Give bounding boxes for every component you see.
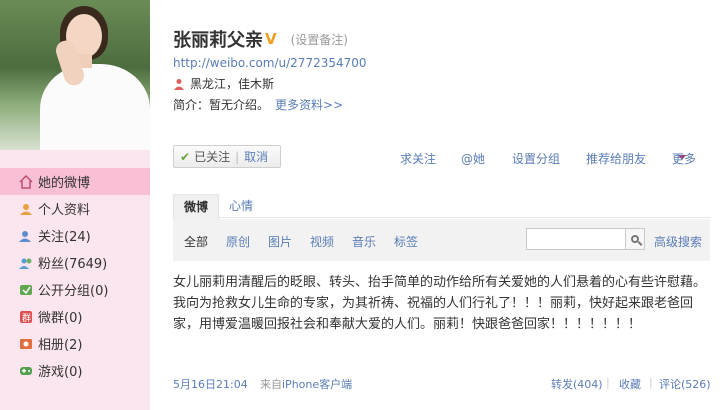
follow-divider: | bbox=[235, 149, 240, 164]
profile-intro: 简介：暂无介绍。 更多资料>> bbox=[173, 96, 343, 113]
more-info-link[interactable]: 更多资料>> bbox=[275, 98, 343, 112]
verified-icon[interactable]: V bbox=[265, 30, 277, 48]
avatar-dress bbox=[40, 64, 150, 150]
tab-weibo[interactable]: 微博 bbox=[173, 194, 220, 219]
profile-name-row: 张丽莉父亲 V (设置备注) bbox=[173, 26, 348, 52]
album-icon bbox=[18, 336, 34, 352]
profile-name: 张丽莉父亲 bbox=[173, 30, 263, 51]
advanced-search-link[interactable]: 高级搜索 bbox=[654, 233, 702, 250]
nav-label: 微群(0) bbox=[38, 311, 83, 326]
search-icon bbox=[631, 235, 639, 243]
search-input[interactable] bbox=[526, 228, 626, 250]
check-icon: ✔ bbox=[180, 149, 191, 164]
feed-tabs: 微博 心情 bbox=[173, 194, 710, 219]
meta-separator: | bbox=[606, 376, 610, 389]
nav-label: 个人资料 bbox=[38, 203, 91, 218]
filter-original[interactable]: 原创 bbox=[226, 233, 250, 250]
intro-text: 简介：暂无介绍。 bbox=[173, 98, 270, 112]
nav-label: 游戏(0) bbox=[38, 365, 83, 380]
filter-bar: 全部 原创 图片 视频 音乐 标签 高级搜索 bbox=[173, 219, 710, 261]
unfollow-button[interactable]: 取消 bbox=[244, 148, 268, 165]
repost-link[interactable]: 转发(404) bbox=[551, 376, 603, 392]
nav-label: 关注(24) bbox=[38, 230, 91, 245]
location-text: 黑龙江，佳木斯 bbox=[190, 77, 275, 91]
recommend-link[interactable]: 推荐给朋友 bbox=[586, 150, 646, 167]
favorite-link[interactable]: 收藏 bbox=[619, 376, 641, 392]
followed-label: 已关注 bbox=[194, 150, 231, 164]
nav-label: 粉丝(7649) bbox=[38, 257, 108, 272]
home-icon bbox=[18, 174, 34, 190]
comment-link[interactable]: 评论(526) bbox=[659, 376, 711, 392]
group-icon bbox=[18, 282, 34, 298]
search-button[interactable] bbox=[625, 228, 645, 250]
profile-location: 黑龙江，佳木斯 bbox=[173, 75, 274, 92]
filter-all[interactable]: 全部 bbox=[184, 233, 208, 250]
filter-video[interactable]: 视频 bbox=[310, 233, 334, 250]
nav-label: 她的微博 bbox=[38, 176, 91, 191]
set-group-link[interactable]: 设置分组 bbox=[512, 150, 560, 167]
tab-mood[interactable]: 心情 bbox=[219, 194, 263, 219]
ask-follow-link[interactable]: 求关注 bbox=[400, 150, 436, 167]
nav-item-album[interactable]: 相册(2) bbox=[0, 330, 150, 357]
svg-text:群: 群 bbox=[22, 312, 31, 324]
nav-item-following[interactable]: 关注(24) bbox=[0, 222, 150, 249]
nav-item-public-groups[interactable]: 公开分组(0) bbox=[0, 276, 150, 303]
profile-nav: 她的微博 个人资料 关注(24) 粉丝(7649) 公开分组(0) 群 微群(0… bbox=[0, 168, 150, 384]
game-icon bbox=[18, 363, 34, 379]
follow-icon bbox=[18, 228, 34, 244]
filter-music[interactable]: 音乐 bbox=[352, 233, 376, 250]
post-text: 女儿丽莉用清醒后的眨眼、转头、抬手简单的动作给所有关爱她的人们悬着的心有些许慰藉… bbox=[173, 275, 707, 332]
profile-avatar[interactable] bbox=[0, 0, 150, 150]
meta-separator: | bbox=[649, 376, 653, 389]
nav-item-her-weibo[interactable]: 她的微博 bbox=[0, 168, 150, 195]
nav-item-weiqun[interactable]: 群 微群(0) bbox=[0, 303, 150, 330]
filter-tag[interactable]: 标签 bbox=[394, 233, 418, 250]
weiqun-icon: 群 bbox=[18, 309, 34, 325]
follow-status-button: ✔ 已关注 | 取消 bbox=[173, 145, 281, 168]
nav-item-fans[interactable]: 粉丝(7649) bbox=[0, 249, 150, 276]
fans-icon bbox=[18, 255, 34, 271]
nav-item-games[interactable]: 游戏(0) bbox=[0, 357, 150, 384]
profile-url[interactable]: http://weibo.com/u/2772354700 bbox=[173, 56, 367, 70]
post-source: 来自iPhone客户端 bbox=[260, 376, 352, 392]
source-prefix: 来自 bbox=[260, 378, 282, 391]
person-location-icon bbox=[173, 78, 185, 90]
source-link[interactable]: iPhone客户端 bbox=[282, 378, 352, 391]
filter-image[interactable]: 图片 bbox=[268, 233, 292, 250]
post-time-link[interactable]: 5月16日21:04 bbox=[173, 376, 248, 392]
more-menu-button[interactable]: 更多 bbox=[672, 150, 696, 166]
nav-label: 相册(2) bbox=[38, 338, 83, 353]
mention-link[interactable]: @她 bbox=[461, 150, 485, 167]
more-label: 更多 bbox=[672, 152, 697, 166]
left-sidebar: 她的微博 个人资料 关注(24) 粉丝(7649) 公开分组(0) 群 微群(0… bbox=[0, 0, 150, 410]
nav-label: 公开分组(0) bbox=[38, 284, 109, 299]
nav-item-profile[interactable]: 个人资料 bbox=[0, 195, 150, 222]
set-remark-link[interactable]: (设置备注) bbox=[291, 31, 348, 48]
profile-icon bbox=[18, 201, 34, 217]
